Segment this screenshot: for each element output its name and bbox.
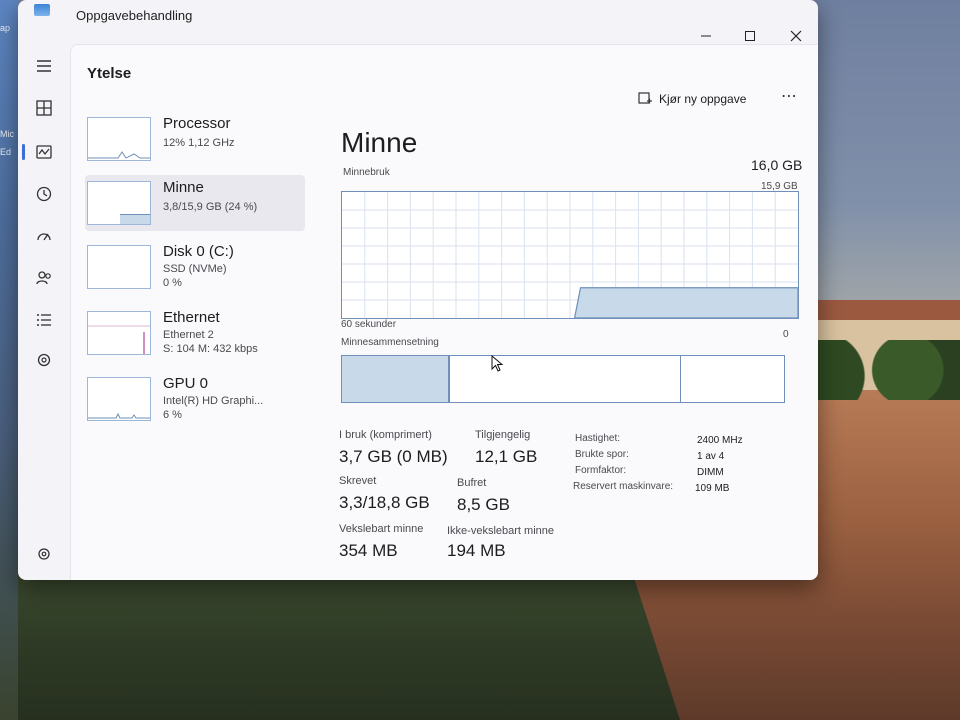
nav-app-history[interactable]: [30, 180, 58, 208]
perf-item-ethernet[interactable]: Ethernet Ethernet 2 S: 104 M: 432 kbps: [85, 305, 305, 361]
memory-usage-label: Minnebruk: [343, 167, 390, 178]
stat-value: 8,5 GB: [457, 495, 510, 514]
performance-page: Ytelse Kjør ny oppgave ⋯ Processor 12% 1…: [70, 44, 818, 580]
perf-item-sub: 0 %: [163, 277, 182, 289]
gpu-thumbnail: [87, 377, 151, 421]
ethernet-mini-graph: [88, 325, 150, 354]
spec-value: DIMM: [697, 467, 724, 478]
menu-icon: [37, 60, 51, 72]
desktop-icon-label[interactable]: Ed: [0, 146, 16, 158]
desktop-icon-label[interactable]: Mic: [0, 128, 16, 140]
composition-label: Minnesammensetning: [341, 337, 439, 348]
memory-usage-area: [573, 287, 798, 318]
desktop-wallpaper-hill: [0, 570, 700, 720]
desktop-left-edge: ap Mic Ed: [0, 0, 18, 720]
services-icon: [37, 353, 51, 367]
perf-item-name: Processor: [163, 115, 231, 132]
stat-label: Ikke-vekslebart minne: [447, 525, 554, 537]
app-history-icon: [36, 186, 52, 202]
task-manager-window: Oppgavebehandling Ytelse Kjør ny oppgave…: [18, 0, 818, 580]
maximize-icon: [745, 31, 755, 42]
spec-value: 1 av 4: [697, 451, 725, 462]
spec-key: Reservert maskinvare:: [573, 481, 674, 492]
mouse-cursor-icon: [491, 355, 504, 372]
stat-value: 3,7 GB (0 MB): [339, 447, 448, 466]
perf-item-disk[interactable]: Disk 0 (C:) SSD (NVMe) 0 %: [85, 239, 305, 295]
perf-item-name: Disk 0 (C:): [163, 243, 234, 260]
spec-value: 2400 MHz: [697, 435, 743, 446]
perf-item-gpu[interactable]: GPU 0 Intel(R) HD Graphi... 6 %: [85, 371, 305, 427]
close-icon: [790, 30, 802, 42]
nav-performance[interactable]: [30, 138, 58, 166]
memory-thumbnail: [87, 181, 151, 225]
stat-value: 3,3/18,8 GB: [339, 493, 430, 512]
stat-label: Skrevet: [339, 475, 377, 487]
processor-mini-graph: [88, 151, 150, 159]
nav-details[interactable]: [30, 306, 58, 334]
memory-usage-graph: [341, 191, 799, 319]
perf-item-sub: SSD (NVMe): [163, 263, 227, 275]
stat-value: 354 MB: [339, 541, 398, 560]
perf-item-sub: 6 %: [163, 409, 182, 421]
perf-item-name: Minne: [163, 179, 204, 196]
memory-usage-chart: [342, 192, 798, 318]
run-task-icon: [638, 92, 652, 104]
users-icon: [36, 271, 51, 285]
title-bar[interactable]: Oppgavebehandling: [18, 0, 818, 42]
startup-apps-icon: [37, 233, 51, 241]
nav-settings[interactable]: [30, 540, 58, 568]
stat-label: Bufret: [457, 477, 487, 489]
processes-icon: [36, 100, 52, 116]
memory-composition-bar[interactable]: [341, 355, 785, 403]
nav-services[interactable]: [30, 346, 58, 374]
stat-label: I bruk (komprimert): [339, 429, 432, 441]
stat-label: Tilgjengelig: [475, 429, 531, 441]
graph-time-label: 60 sekunder: [341, 319, 397, 330]
more-options-button[interactable]: ⋯: [777, 87, 801, 111]
desktop-icon-label[interactable]: ap: [0, 22, 16, 34]
window-title: Oppgavebehandling: [76, 8, 193, 23]
page-title: Ytelse: [87, 65, 132, 82]
composition-in-use: [342, 356, 450, 402]
detail-title: Minne: [341, 127, 418, 158]
run-new-task-button[interactable]: Kjør ny oppgave: [637, 87, 746, 111]
nav-users[interactable]: [30, 264, 58, 292]
perf-item-name: Ethernet: [163, 309, 220, 326]
gpu-mini-graph: [88, 412, 150, 419]
spec-key: Formfaktor:: [575, 465, 627, 476]
perf-item-name: GPU 0: [163, 375, 209, 392]
memory-total: 16,0 GB: [751, 157, 803, 173]
spec-key: Brukte spor:: [575, 449, 629, 460]
stat-value: 12,1 GB: [475, 447, 538, 466]
settings-icon: [38, 548, 50, 560]
ethernet-thumbnail: [87, 311, 151, 355]
processor-thumbnail: [87, 117, 151, 161]
stat-value: 194 MB: [447, 541, 506, 560]
perf-item-sub: S: 104 M: 432 kbps: [163, 343, 258, 355]
performance-icon: [36, 145, 52, 159]
perf-item-sub: Intel(R) HD Graphi...: [163, 395, 264, 407]
perf-item-memory[interactable]: Minne 3,8/15,9 GB (24 %): [85, 175, 305, 231]
minimize-icon: [701, 35, 711, 37]
spec-key: Hastighet:: [575, 433, 621, 444]
graph-zero-label: 0: [783, 329, 789, 340]
task-manager-app-icon: [34, 4, 50, 16]
perf-item-sub: 3,8/15,9 GB (24 %): [163, 201, 258, 213]
composition-divider: [680, 356, 681, 402]
nav-startup-apps[interactable]: [30, 222, 58, 250]
perf-item-sub: 12% 1,12 GHz: [163, 137, 235, 149]
navigation-rail: [18, 50, 70, 580]
spec-value: 109 MB: [695, 483, 730, 494]
perf-item-sub: Ethernet 2: [163, 329, 214, 341]
details-icon: [37, 314, 51, 326]
memory-mini-fill: [120, 214, 150, 224]
stat-label: Vekslebart minne: [339, 523, 424, 535]
menu-button[interactable]: [30, 52, 58, 80]
nav-processes[interactable]: [30, 94, 58, 122]
active-indicator: [22, 144, 25, 160]
run-task-label: Kjør ny oppgave: [659, 92, 747, 106]
disk-thumbnail: [87, 245, 151, 289]
perf-item-processor[interactable]: Processor 12% 1,12 GHz: [85, 111, 305, 167]
